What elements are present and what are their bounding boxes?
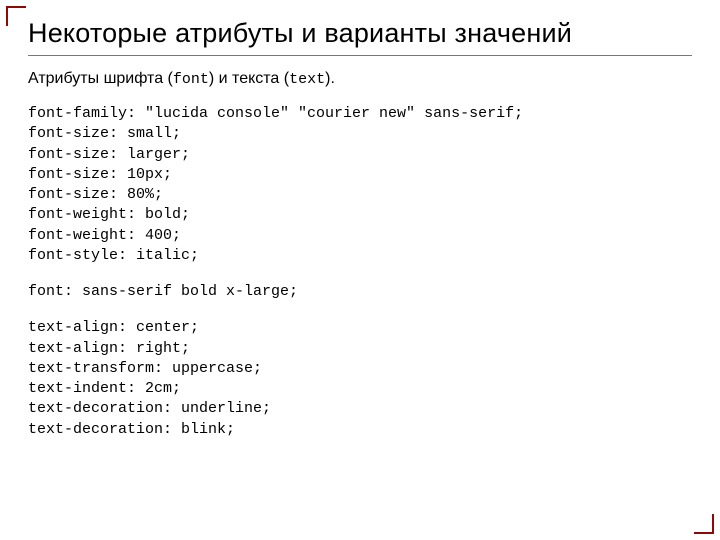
subtitle-text-1: Атрибуты шрифта ( [28,70,173,87]
slide: Некоторые атрибуты и варианты значений А… [0,0,720,540]
mono-font-word: font [173,71,209,88]
code-block-font-shorthand: font: sans-serif bold x-large; [28,282,692,302]
slide-title: Некоторые атрибуты и варианты значений [28,18,692,49]
title-block: Некоторые атрибуты и варианты значений [28,18,692,56]
mono-text-word: text [289,71,325,88]
corner-decoration-br [694,514,714,534]
corner-decoration-tl [6,6,26,26]
subtitle-text-2: ) и текста ( [209,70,289,87]
subtitle-text-3: ). [325,70,335,87]
code-block-text-props: text-align: center; text-align: right; t… [28,318,692,440]
code-block-font-props: font-family: "lucida console" "courier n… [28,104,692,266]
subtitle: Атрибуты шрифта (font) и текста (text). [28,70,692,88]
